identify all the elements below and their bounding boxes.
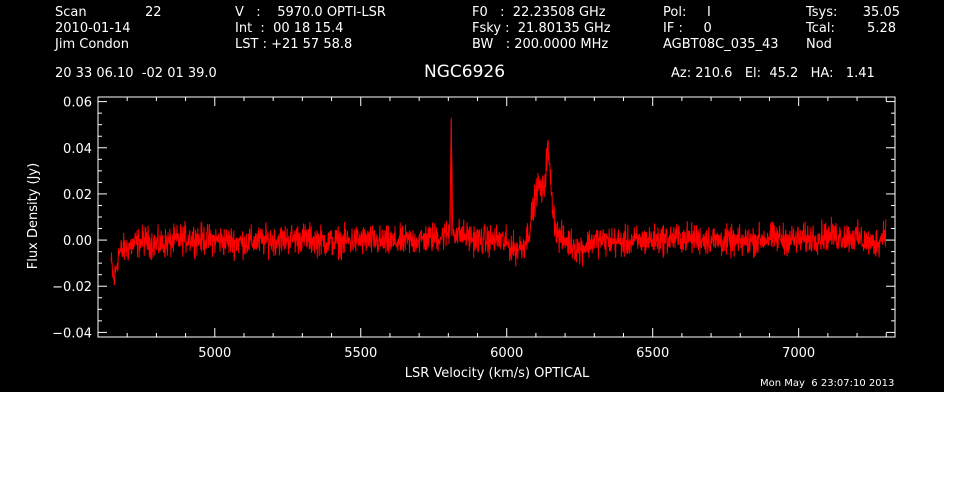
y-axis-label: Flux Density (Jy) [26,163,41,269]
y-tick-label: 0.04 [63,142,92,157]
x-axis-label: LSR Velocity (km/s) OPTICAL [405,366,590,381]
spectrum-line [110,119,887,286]
y-tick-label: 0.00 [63,234,92,249]
spectrum-chart: 5000 5500 6000 6500 7000 −0.04 −0.02 0.00 0.02 0.… [26,96,896,381]
x-tick-label: 6500 [636,346,669,361]
x-tick-label: 5500 [344,346,377,361]
y-tick-label: 0.02 [63,188,92,203]
x-tick-label: 6000 [490,346,523,361]
spectrum-layer [110,117,887,286]
y-tick-label: 0.06 [63,96,92,111]
plot-frame [97,96,896,338]
y-tick-label: −0.04 [52,326,92,341]
x-tick-label: 5000 [198,346,231,361]
y-tick-label: −0.02 [52,280,92,295]
x-tick-label: 7000 [782,346,815,361]
